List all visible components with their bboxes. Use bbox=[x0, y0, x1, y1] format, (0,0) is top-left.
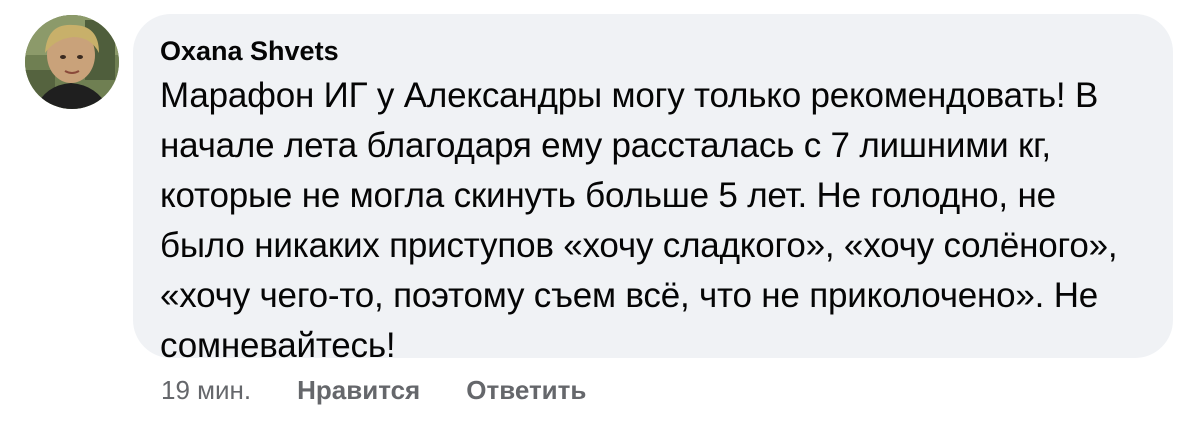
comment-bubble: Oxana Shvets Марафон ИГ у Александры мог… bbox=[133, 14, 1173, 365]
avatar[interactable] bbox=[25, 15, 119, 109]
reply-button[interactable]: Ответить bbox=[466, 375, 586, 406]
comment-author[interactable]: Oxana Shvets bbox=[160, 35, 1148, 71]
like-button[interactable]: Нравится bbox=[297, 375, 420, 406]
comment-actions: 19 мин. Нравится Ответить bbox=[161, 372, 632, 408]
comment-timestamp[interactable]: 19 мин. bbox=[161, 375, 251, 406]
profile-photo-image bbox=[25, 15, 119, 109]
comment-text: Марафон ИГ у Александры могу только реко… bbox=[160, 76, 1118, 365]
